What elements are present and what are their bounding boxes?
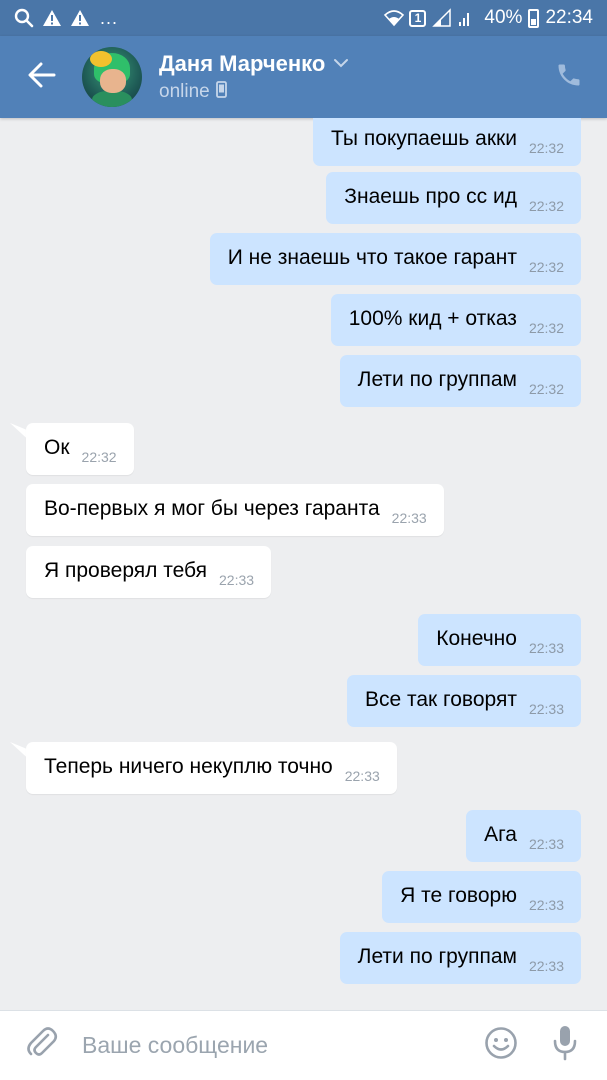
- message-outgoing[interactable]: Я те говорю 22:33: [382, 871, 581, 923]
- message-incoming[interactable]: Ок 22:32: [26, 423, 134, 475]
- status-bar-right: 1 40% 22:34: [383, 7, 593, 29]
- message-text: Лети по группам: [357, 368, 517, 391]
- message-time: 22:32: [81, 449, 117, 465]
- message-time: 22:33: [219, 572, 255, 588]
- message-incoming[interactable]: Я проверял тебя 22:33: [26, 546, 272, 598]
- signal-icon: [432, 8, 452, 28]
- message-outgoing[interactable]: Все так говорят 22:33: [346, 675, 581, 727]
- online-status: online: [159, 81, 210, 102]
- emoji-button[interactable]: [481, 1026, 521, 1066]
- message-time: 22:32: [528, 140, 564, 156]
- search-icon: [14, 8, 34, 28]
- message-time: 22:33: [391, 510, 427, 526]
- message-outgoing[interactable]: Знаешь про сс ид 22:32: [326, 172, 581, 224]
- message-outgoing[interactable]: Конечно 22:33: [418, 614, 581, 666]
- message-outgoing[interactable]: Лети по группам 22:32: [339, 355, 581, 407]
- battery-percent: 40%: [484, 7, 523, 28]
- attach-button[interactable]: [22, 1026, 62, 1066]
- phone-icon: [555, 61, 583, 94]
- message-time: 22:33: [344, 768, 380, 784]
- message-text: Лети по группам: [357, 945, 517, 968]
- avatar[interactable]: [82, 47, 142, 107]
- mobile-device-icon: [215, 81, 227, 103]
- message-list[interactable]: Ты покупаешь акки 22:32 Знаешь про сс ид…: [0, 118, 607, 1010]
- message-text: Я проверял тебя: [44, 559, 207, 582]
- message-time: 22:33: [528, 640, 564, 656]
- warning-icon: [70, 8, 90, 28]
- composer: [0, 1010, 607, 1080]
- message-text: И не знаешь что такое гарант: [227, 246, 517, 269]
- voice-message-button[interactable]: [547, 1026, 583, 1066]
- back-button[interactable]: [20, 55, 64, 99]
- message-text: Ок: [44, 436, 70, 459]
- message-text: Я те говорю: [400, 884, 517, 907]
- message-text: Конечно: [436, 627, 517, 650]
- message-outgoing[interactable]: 100% кид + отказ 22:32: [330, 294, 581, 346]
- message-incoming[interactable]: Теперь ничего некуплю точно 22:33: [26, 742, 397, 794]
- message-text: 100% кид + отказ: [348, 307, 517, 330]
- message-text: Во-первых я мог бы через гаранта: [44, 497, 380, 520]
- message-time: 22:32: [528, 198, 564, 214]
- message-incoming[interactable]: Во-первых я мог бы через гаранта 22:33: [26, 484, 444, 536]
- contact-name: Даня Марченко: [159, 51, 326, 76]
- message-text: Знаешь про сс ид: [344, 185, 517, 208]
- message-time: 22:32: [528, 381, 564, 397]
- message-text: Все так говорят: [364, 688, 517, 711]
- message-text: Теперь ничего некуплю точно: [44, 755, 333, 778]
- back-arrow-icon: [28, 62, 56, 93]
- message-text: Ты покупаешь акки: [331, 127, 517, 150]
- wifi-icon: [383, 8, 405, 28]
- smile-icon: [484, 1026, 518, 1065]
- sim-icon: 1: [409, 9, 427, 27]
- message-time: 22:33: [528, 897, 564, 913]
- message-outgoing[interactable]: И не знаешь что такое гарант 22:32: [209, 233, 581, 285]
- status-bar-left: ...: [14, 8, 118, 29]
- message-text: Ага: [484, 823, 517, 846]
- message-time: 22:33: [528, 836, 564, 852]
- message-outgoing[interactable]: Лети по группам 22:33: [339, 932, 581, 984]
- chat-header: Даня Марченко online: [0, 36, 607, 118]
- chat-title-block[interactable]: Даня Марченко online: [159, 51, 349, 103]
- message-time: 22:33: [528, 958, 564, 974]
- signal-icon: [458, 8, 478, 28]
- message-time: 22:32: [528, 320, 564, 336]
- message-time: 22:33: [528, 701, 564, 717]
- message-outgoing[interactable]: Ага 22:33: [466, 810, 581, 862]
- message-outgoing[interactable]: Ты покупаешь акки 22:32: [313, 118, 581, 166]
- call-button[interactable]: [551, 59, 587, 95]
- paperclip-icon: [26, 1026, 58, 1065]
- message-input[interactable]: [82, 1032, 481, 1059]
- status-bar: ... 1 40% 22:34: [0, 0, 607, 36]
- battery-icon: [528, 8, 540, 28]
- chevron-down-icon: [333, 55, 349, 73]
- more-notifications-indicator: ...: [100, 7, 119, 28]
- clock: 22:34: [545, 7, 593, 28]
- microphone-icon: [552, 1025, 578, 1066]
- warning-icon: [42, 8, 62, 28]
- message-time: 22:32: [528, 259, 564, 275]
